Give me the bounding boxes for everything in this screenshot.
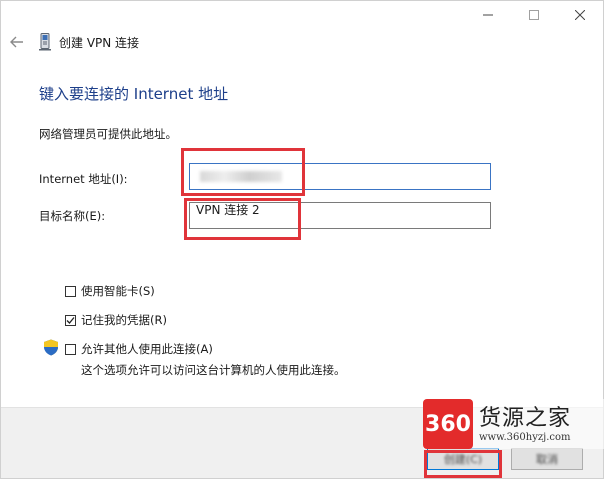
uac-shield-icon	[43, 339, 59, 356]
checkmark-icon	[66, 316, 75, 324]
smart-card-label: 使用智能卡(S)	[81, 284, 155, 298]
close-button[interactable]	[557, 1, 603, 29]
watermark-url: www.360hyzj.com	[479, 431, 571, 443]
allow-others-label: 允许其他人使用此连接(A)	[81, 342, 213, 356]
smart-card-option[interactable]: 使用智能卡(S)	[65, 283, 155, 299]
maximize-button[interactable]	[511, 1, 557, 29]
create-button[interactable]: 创建(C)	[427, 448, 499, 470]
allow-others-note: 这个选项允许可以访问这台计算机的人使用此连接。	[81, 363, 346, 377]
remember-credentials-label: 记住我的凭据(R)	[81, 313, 167, 327]
minimize-button[interactable]	[465, 1, 511, 29]
back-arrow-icon[interactable]	[9, 34, 25, 50]
cancel-button[interactable]: 取消	[511, 448, 583, 470]
watermark-title: 货源之家	[479, 405, 572, 431]
site-watermark: 360 货源之家 www.360hyzj.com	[423, 399, 604, 449]
smart-card-checkbox[interactable]	[65, 285, 76, 297]
watermark-logo: 360	[423, 399, 473, 449]
cancel-button-label: 取消	[536, 453, 558, 466]
maximize-icon	[529, 10, 539, 20]
allow-others-checkbox[interactable]	[65, 343, 76, 355]
target-name-value: VPN 连接 2	[196, 203, 260, 217]
remember-credentials-checkbox[interactable]	[65, 314, 76, 326]
redacted-address	[200, 171, 282, 182]
internet-address-input[interactable]	[189, 163, 491, 190]
target-name-input[interactable]: VPN 连接 2	[189, 202, 491, 229]
allow-others-option[interactable]: 允许其他人使用此连接(A)	[65, 341, 213, 357]
remember-credentials-option[interactable]: 记住我的凭据(R)	[65, 312, 167, 328]
minimize-icon	[483, 14, 493, 16]
target-name-label: 目标名称(E):	[39, 209, 106, 223]
vpn-network-icon	[39, 33, 51, 51]
watermark-text: 货源之家 www.360hyzj.com	[479, 406, 571, 443]
vpn-wizard-window: 创建 VPN 连接 键入要连接的 Internet 地址 网络管理员可提供此地址…	[0, 0, 604, 479]
page-heading: 键入要连接的 Internet 地址	[39, 85, 229, 103]
page-description: 网络管理员可提供此地址。	[39, 127, 177, 141]
create-button-label: 创建(C)	[443, 453, 483, 466]
close-icon	[575, 10, 585, 20]
internet-address-label: Internet 地址(I):	[39, 172, 128, 186]
window-title: 创建 VPN 连接	[59, 36, 140, 50]
window-controls	[465, 1, 603, 29]
